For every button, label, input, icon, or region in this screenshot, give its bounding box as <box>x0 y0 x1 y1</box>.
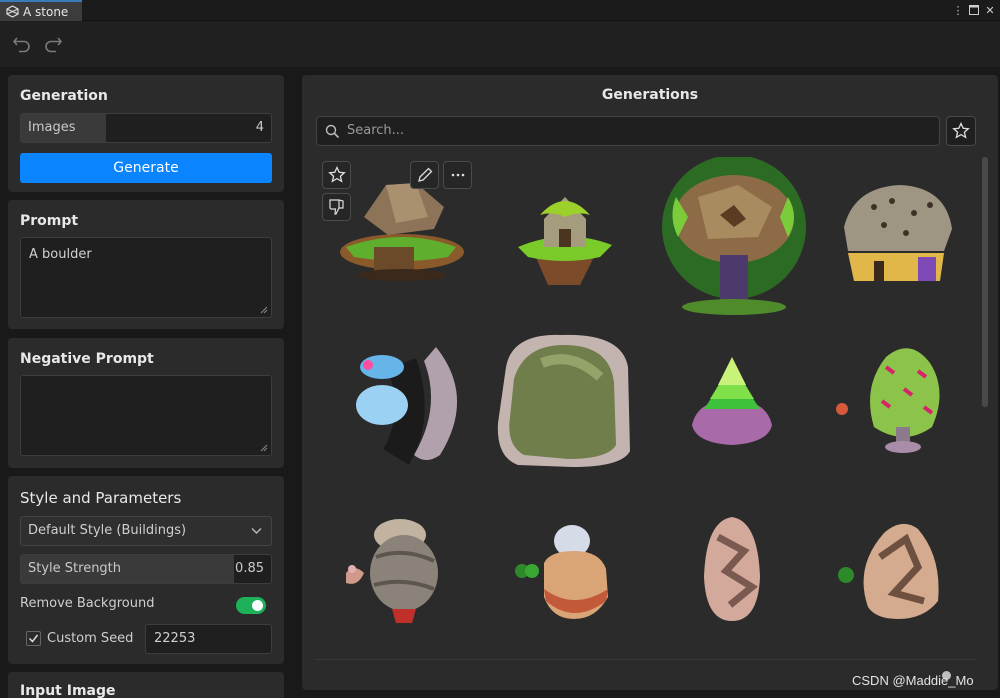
resize-grip-icon[interactable] <box>259 305 268 314</box>
prompt-title: Prompt <box>20 213 79 229</box>
divider <box>316 659 976 660</box>
star-icon <box>952 122 970 139</box>
style-parameters-card: Style and Parameters Default Style (Buil… <box>8 476 284 664</box>
tab-a-stone[interactable]: A stone <box>0 0 82 21</box>
toolbar <box>0 21 1000 67</box>
generation-image-rock-cottage[interactable] <box>814 157 980 327</box>
ellipsis-icon <box>451 173 464 177</box>
generations-title: Generations <box>601 87 699 103</box>
edit-button[interactable] <box>410 161 439 189</box>
negative-prompt-title: Negative Prompt <box>20 351 154 367</box>
style-dropdown[interactable]: Default Style (Buildings) <box>20 516 272 546</box>
generation-image-stone-mushroom-house[interactable] <box>316 157 482 327</box>
star-icon <box>327 166 346 183</box>
custom-seed-label: Custom Seed <box>47 631 134 646</box>
redo-icon[interactable] <box>42 33 64 55</box>
generation-image-stone-mushroom-tree-house[interactable] <box>648 157 814 327</box>
search-placeholder: Search... <box>347 123 405 138</box>
generations-panel: Generations Search... CSDN @Maddie_Mo <box>302 75 998 690</box>
maximize-icon[interactable] <box>966 2 982 18</box>
more-options-button[interactable] <box>443 161 472 189</box>
vertical-scrollbar[interactable] <box>982 157 988 407</box>
chevron-down-icon <box>251 528 262 534</box>
tab-bar: A stone ⋮ ✕ <box>0 0 1000 21</box>
style-parameters-title: Style and Parameters <box>20 489 182 507</box>
seed-input[interactable]: 22253 <box>145 624 272 654</box>
prompt-text: A boulder <box>29 247 92 262</box>
images-slider[interactable]: Images 4 <box>20 113 272 143</box>
generation-image-green-crystal-rock[interactable] <box>648 327 814 497</box>
generate-button[interactable]: Generate <box>20 153 272 183</box>
close-icon[interactable]: ✕ <box>982 2 998 18</box>
remove-background-row: Remove Background <box>20 596 272 616</box>
unity-logo-icon <box>6 5 19 18</box>
generation-card: Generation Images 4 Generate <box>8 75 284 192</box>
style-strength-value: 0.85 <box>235 561 264 576</box>
input-image-title: Input Image <box>20 683 116 698</box>
thumbs-down-icon <box>328 199 344 215</box>
prompt-input[interactable]: A boulder <box>20 237 272 318</box>
undo-icon[interactable] <box>11 33 33 55</box>
generation-image-brown-egg-stone[interactable] <box>648 497 814 667</box>
generation-image-egg-on-rock[interactable] <box>482 497 648 667</box>
generation-image-brown-rock-with-bush[interactable] <box>814 497 980 667</box>
generation-image-tree-hut-on-rock[interactable] <box>482 157 648 327</box>
search-input[interactable]: Search... <box>316 116 940 146</box>
generation-image-rainbow-stone-arch[interactable] <box>316 327 482 497</box>
remove-background-toggle[interactable] <box>236 597 266 614</box>
style-strength-label: Style Strength <box>28 561 122 576</box>
style-selected: Default Style (Buildings) <box>28 523 187 538</box>
images-value: 4 <box>255 120 264 135</box>
resize-grip-icon[interactable] <box>259 443 268 452</box>
images-label: Images <box>28 120 76 135</box>
generation-image-pink-leaf-tree[interactable] <box>814 327 980 497</box>
input-image-card: Input Image <box>8 672 284 698</box>
tab-title: A stone <box>23 4 69 19</box>
dislike-button[interactable] <box>322 193 351 221</box>
prompt-card: Prompt A boulder <box>8 200 284 329</box>
search-icon <box>325 124 340 139</box>
generation-image-mossy-boulder[interactable] <box>482 327 648 497</box>
custom-seed-row: Custom Seed 22253 <box>26 624 272 654</box>
custom-seed-checkbox[interactable] <box>26 631 41 646</box>
watermark: CSDN @Maddie_Mo <box>852 673 974 688</box>
favorites-filter-button[interactable] <box>946 116 976 146</box>
favorite-button[interactable] <box>322 161 351 189</box>
generation-image-stacked-stone-creature[interactable] <box>316 497 482 667</box>
more-menu-icon[interactable]: ⋮ <box>950 2 966 18</box>
negative-prompt-card: Negative Prompt <box>8 338 284 468</box>
generations-grid <box>316 157 980 657</box>
remove-background-label: Remove Background <box>20 596 155 611</box>
negative-prompt-input[interactable] <box>20 375 272 456</box>
style-strength-slider[interactable]: Style Strength 0.85 <box>20 554 272 584</box>
generation-title: Generation <box>20 88 108 104</box>
pencil-icon <box>417 167 432 182</box>
check-icon <box>28 634 39 643</box>
